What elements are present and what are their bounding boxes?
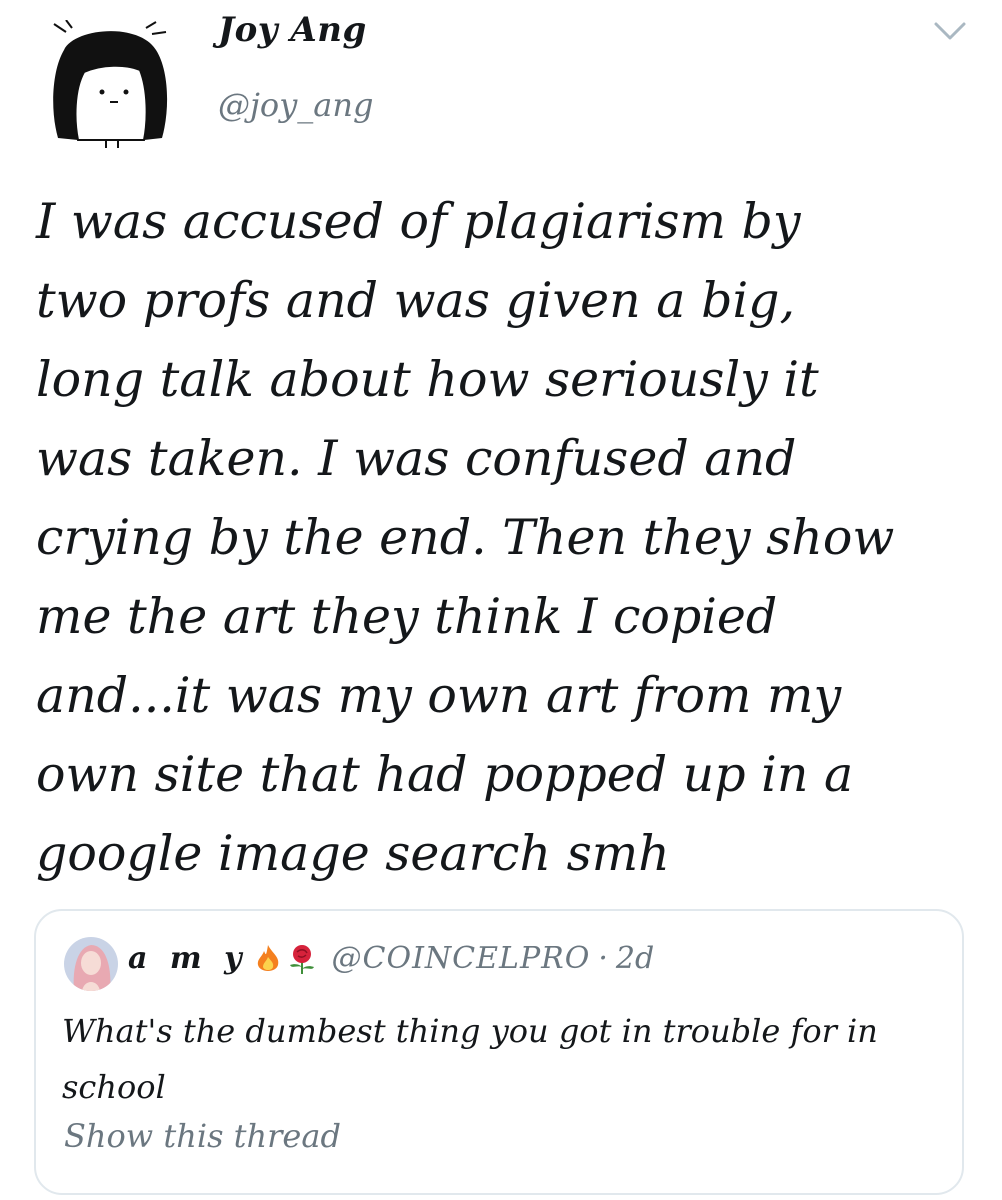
fire-emoji-icon bbox=[254, 943, 282, 975]
author-display-name[interactable]: Joy Ang bbox=[218, 10, 367, 50]
rose-emoji-icon bbox=[288, 943, 316, 975]
quoted-author-avatar bbox=[64, 937, 118, 991]
quoted-author-handle: @COINCELPRO bbox=[331, 941, 591, 976]
quoted-tweet-card[interactable]: a m y @COINCELPRO · 2d What's the dumbes… bbox=[34, 909, 964, 1195]
author-avatar[interactable] bbox=[44, 19, 174, 148]
avatar-portrait-icon bbox=[64, 937, 118, 991]
quoted-author-name: a m y bbox=[128, 941, 248, 976]
quoted-tweet-text: What's the dumbest thing you got in trou… bbox=[62, 1012, 878, 1106]
quoted-tweet-time: 2d bbox=[615, 941, 655, 976]
cartoon-girl-avatar-icon bbox=[53, 19, 168, 148]
tweet-text: I was accused of plagiarism by two profs… bbox=[36, 193, 895, 882]
author-handle[interactable]: @joy_ang bbox=[218, 86, 373, 124]
quoted-tweet-header: a m y @COINCELPRO · 2d bbox=[128, 941, 654, 976]
show-thread-link[interactable]: Show this thread bbox=[64, 1117, 341, 1155]
tweet-menu-button[interactable] bbox=[930, 18, 970, 44]
separator-dot: · bbox=[598, 941, 608, 976]
chevron-down-icon bbox=[934, 22, 966, 40]
